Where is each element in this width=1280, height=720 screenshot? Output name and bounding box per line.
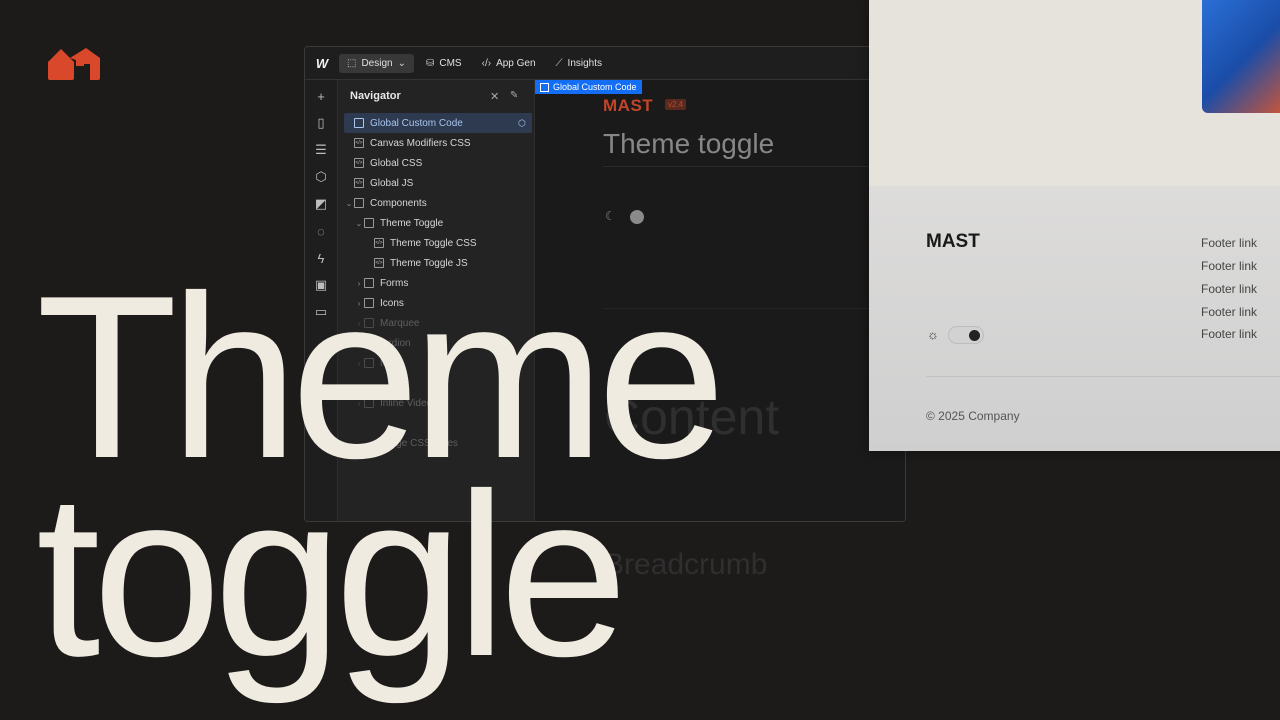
selected-element-label: Global Custom Code [553, 82, 637, 92]
light-mode-preview: MAST Footer link Footer link Footer link… [869, 0, 1280, 451]
component-icon: ⬡ [518, 117, 526, 128]
footer-mast-logo: MAST [926, 231, 980, 252]
canvas-page-title: Theme toggle [603, 128, 775, 159]
code-embed-icon: </> [374, 238, 384, 248]
element-box-icon [354, 118, 364, 128]
code-embed-icon: </> [354, 158, 364, 168]
theme-toggle-knob[interactable] [630, 210, 644, 224]
variables-icon[interactable]: ◌ [313, 223, 329, 239]
nav-item-global-custom-code[interactable]: Global Custom Code ⬡ [344, 113, 532, 133]
nav-item-label: Canvas Modifiers CSS [370, 137, 471, 149]
nav-item-label: Global CSS [370, 157, 423, 169]
tab-insights[interactable]: ⟋ Insights [548, 54, 610, 73]
canvas-breadcrumb-heading: Breadcrumb [604, 548, 768, 581]
footer-link[interactable]: Footer link [1201, 259, 1257, 273]
element-box-icon [540, 83, 549, 92]
tab-insights-label: Insights [567, 57, 603, 69]
chevron-down-icon[interactable]: ⌄ [344, 199, 354, 208]
nav-item-label: Theme Toggle CSS [390, 237, 477, 249]
preview-footer: MAST Footer link Footer link Footer link… [869, 186, 1280, 451]
cursor-icon: ⬚ [347, 57, 357, 69]
tab-cms[interactable]: ⛁ CMS [418, 54, 470, 73]
divider [603, 166, 905, 167]
nav-item-global-js[interactable]: </> Global JS [344, 173, 542, 193]
code-icon: ‹/› [481, 57, 492, 69]
nav-item-theme-toggle[interactable]: ⌄ Theme Toggle [344, 213, 542, 233]
nav-item-label: Global JS [370, 177, 414, 189]
nav-item-components[interactable]: ⌄ Components [344, 193, 532, 213]
tab-design[interactable]: ⬚ Design ⌄ [339, 53, 414, 73]
sun-icon: ☼ [927, 327, 939, 342]
navigator-title: Navigator [350, 90, 401, 102]
editor-topbar: W ⬚ Design ⌄ ⛁ CMS ‹/› App Gen ⟋ Insight… [305, 47, 905, 80]
chevron-down-icon: ⌄ [397, 57, 406, 69]
collapse-icon[interactable]: ✕ [490, 90, 499, 103]
nav-item-canvas-modifiers-css[interactable]: </> Canvas Modifiers CSS [344, 133, 542, 153]
moon-icon: ☾ [605, 209, 616, 223]
element-box-icon [364, 218, 374, 228]
nav-item-label: Theme Toggle [380, 217, 444, 229]
selected-element-tag[interactable]: Global Custom Code [535, 80, 642, 94]
canvas-mast-logo: MAST [603, 96, 654, 115]
chevron-down-icon[interactable]: ⌄ [354, 219, 364, 228]
tab-app-gen-label: App Gen [496, 57, 536, 69]
tab-cms-label: CMS [439, 57, 462, 69]
footer-link[interactable]: Footer link [1201, 305, 1257, 319]
footer-link[interactable]: Footer link [1201, 236, 1257, 250]
navigator-icon[interactable]: ☰ [313, 142, 329, 158]
copyright-text: © 2025 Company [926, 409, 1020, 423]
preview-artwork-image [1202, 0, 1280, 113]
components-icon[interactable]: ⬡ [313, 169, 329, 185]
chart-icon: ⟋ [555, 57, 563, 69]
code-embed-icon: </> [354, 138, 364, 148]
brand-logo-icon [48, 48, 100, 80]
version-badge: v2.4 [665, 99, 687, 110]
footer-link[interactable]: Footer link [1201, 327, 1257, 341]
theme-toggle-switch[interactable] [948, 326, 984, 344]
add-icon[interactable]: + [313, 88, 329, 104]
element-box-icon [354, 198, 364, 208]
tab-design-label: Design [361, 57, 393, 69]
webflow-logo-icon[interactable]: W [305, 56, 339, 71]
toggle-knob [969, 330, 980, 341]
pin-icon[interactable]: ✎ [510, 90, 518, 101]
database-icon: ⛁ [425, 57, 435, 69]
tab-app-gen[interactable]: ‹/› App Gen [474, 54, 544, 73]
footer-link[interactable]: Footer link [1201, 282, 1257, 296]
styles-icon[interactable]: ◩ [313, 196, 329, 212]
nav-item-global-css[interactable]: </> Global CSS [344, 153, 542, 173]
pages-icon[interactable]: ▯ [313, 115, 329, 131]
code-embed-icon: </> [354, 178, 364, 188]
headline-line-2: toggle [36, 446, 628, 705]
divider [926, 376, 1280, 377]
nav-item-label: Components [370, 197, 427, 209]
nav-item-label: Global Custom Code [370, 117, 463, 129]
